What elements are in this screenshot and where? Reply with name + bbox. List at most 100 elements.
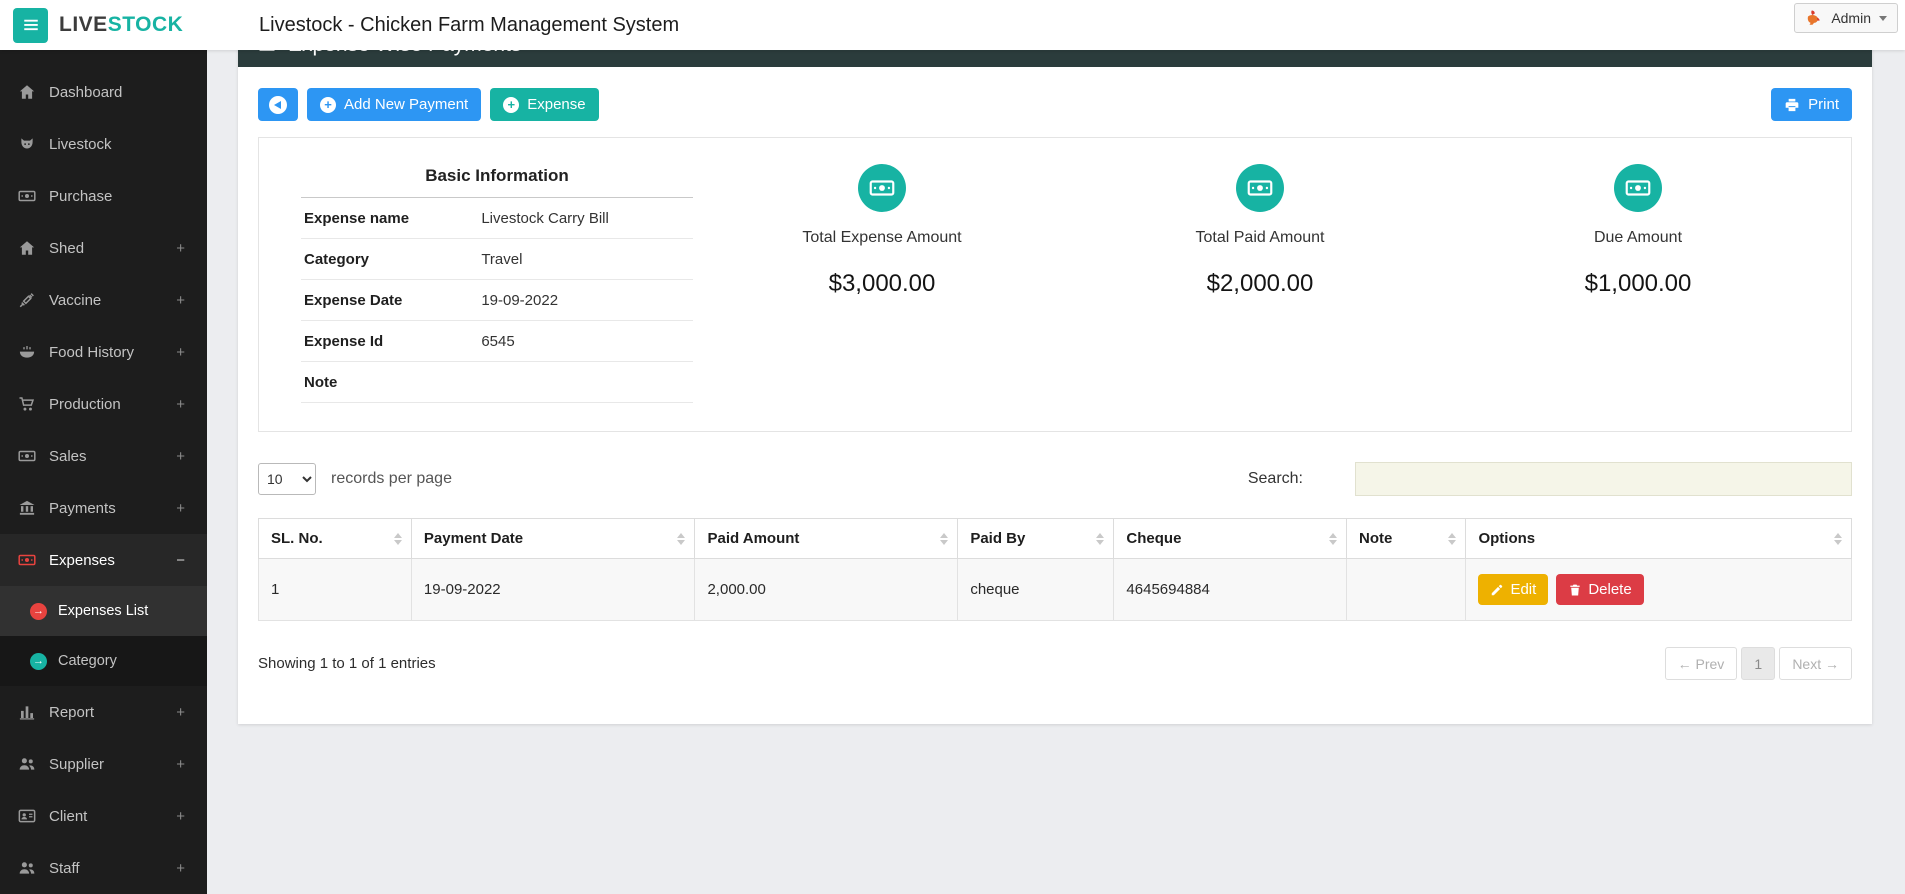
expand-plus-icon: + xyxy=(176,859,185,877)
page-number-button[interactable]: 1 xyxy=(1741,647,1776,680)
sidebar-item-expenses[interactable]: Expenses − xyxy=(0,534,207,586)
entries-info: Showing 1 to 1 of 1 entries xyxy=(258,655,436,672)
col-header-paid-amount[interactable]: Paid Amount xyxy=(694,518,959,559)
edit-label: Edit xyxy=(1510,581,1537,598)
print-button[interactable]: Print xyxy=(1771,88,1852,121)
stat-label: Total Paid Amount xyxy=(1195,229,1325,246)
sidebar-item-report[interactable]: Report + xyxy=(0,686,207,738)
col-header-label: Cheque xyxy=(1126,530,1182,547)
sidebar-item-label: Livestock xyxy=(49,135,112,153)
expense-info-card: Basic Information Expense name Livestock… xyxy=(258,137,1852,432)
delete-button[interactable]: Delete xyxy=(1556,574,1644,605)
food-bowl-icon xyxy=(18,343,36,361)
info-value: 19-09-2022 xyxy=(481,291,559,309)
sidebar-toggle-button[interactable] xyxy=(13,7,48,43)
info-label: Category xyxy=(304,250,370,268)
info-value: Livestock Carry Bill xyxy=(481,209,609,227)
search-label: Search: xyxy=(1247,470,1303,487)
sort-icon xyxy=(940,532,949,545)
basic-info-table: Basic Information Expense name Livestock… xyxy=(301,158,693,403)
sidebar-item-expenses-list[interactable]: → Expenses List xyxy=(0,586,207,636)
money-icon xyxy=(18,187,36,205)
expand-plus-icon: + xyxy=(176,395,185,413)
syringe-icon xyxy=(18,291,36,309)
money-icon xyxy=(1236,164,1284,212)
next-page-button[interactable]: Next → xyxy=(1779,647,1852,680)
info-label: Expense name xyxy=(304,209,410,227)
brand-live-text: LIVE xyxy=(59,13,108,36)
pencil-icon xyxy=(1490,583,1504,597)
sort-icon xyxy=(1834,532,1842,545)
sidebar-item-label: Dashboard xyxy=(49,83,123,101)
sidebar-item-food-history[interactable]: Food History + xyxy=(0,326,207,378)
sidebar-item-client[interactable]: Client + xyxy=(0,790,207,842)
stats-row: Total Expense Amount $3,000.00 Total Pai… xyxy=(693,158,1827,403)
sidebar-item-label: Production xyxy=(49,395,121,413)
col-header-note[interactable]: Note xyxy=(1345,518,1467,559)
bank-icon xyxy=(18,499,36,517)
users-icon xyxy=(18,859,36,877)
back-button[interactable] xyxy=(258,88,298,121)
money-icon xyxy=(858,164,906,212)
arrow-right-icon: → xyxy=(30,652,47,670)
expand-plus-icon: + xyxy=(176,703,185,721)
sidebar-item-sales[interactable]: Sales + xyxy=(0,430,207,482)
main-content: Expense Wise Payments + Add New Payment … xyxy=(207,0,1905,844)
sidebar-item-category[interactable]: → Category xyxy=(0,636,207,686)
info-value: Travel xyxy=(481,250,523,268)
sidebar-item-label: Staff xyxy=(49,859,80,877)
prev-page-button[interactable]: ← Prev xyxy=(1664,647,1738,680)
col-header-sl-no[interactable]: SL. No. xyxy=(258,518,412,559)
basic-info-title: Basic Information xyxy=(301,158,693,198)
col-header-options[interactable]: Options xyxy=(1465,518,1852,559)
expand-plus-icon: + xyxy=(176,291,185,309)
add-new-payment-button[interactable]: + Add New Payment xyxy=(307,88,482,121)
admin-menu-button[interactable]: Admin xyxy=(1794,3,1898,33)
info-label: Expense Date xyxy=(304,291,403,309)
expense-button[interactable]: + Expense xyxy=(490,88,599,121)
stat-due-amount: Due Amount $1,000.00 xyxy=(1449,164,1827,403)
sidebar-item-livestock[interactable]: Livestock xyxy=(0,118,207,170)
sidebar-item-production[interactable]: Production + xyxy=(0,378,207,430)
livestock-icon xyxy=(18,135,36,153)
col-header-payment-date[interactable]: Payment Date xyxy=(410,518,696,559)
panel-body: + Add New Payment + Expense Print Basic … xyxy=(238,67,1872,724)
brand-logo[interactable]: LIVESTOCK xyxy=(59,13,183,37)
topbar: LIVESTOCK Livestock - Chicken Farm Manag… xyxy=(0,0,1905,50)
sidebar-item-staff[interactable]: Staff + xyxy=(0,842,207,894)
sort-icon xyxy=(677,532,686,545)
sidebar-item-dashboard[interactable]: Dashboard xyxy=(0,66,207,118)
sidebar-item-supplier[interactable]: Supplier + xyxy=(0,738,207,790)
sidebar-item-purchase[interactable]: Purchase xyxy=(0,170,207,222)
sidebar-item-payments[interactable]: Payments + xyxy=(0,482,207,534)
cell-sl-no: 1 xyxy=(258,558,412,621)
sidebar-item-label: Food History xyxy=(49,343,135,361)
sidebar-item-label: Supplier xyxy=(49,755,105,773)
col-header-label: Note xyxy=(1358,530,1393,547)
sidebar-item-shed[interactable]: Shed + xyxy=(0,222,207,274)
search-input[interactable] xyxy=(1355,462,1852,496)
sidebar-item-label: Vaccine xyxy=(49,291,102,309)
app-title: Livestock - Chicken Farm Management Syst… xyxy=(259,13,680,36)
chart-icon xyxy=(18,703,36,721)
plus-circle-icon: + xyxy=(503,96,520,113)
brand-stock-text: STOCK xyxy=(107,13,184,36)
home-icon xyxy=(18,83,36,101)
stat-total-paid-amount: Total Paid Amount $2,000.00 xyxy=(1071,164,1449,403)
sub-item-label: Category xyxy=(58,653,117,669)
sidebar-item-label: Sales xyxy=(49,447,87,465)
table-footer: Showing 1 to 1 of 1 entries ← Prev 1 Nex… xyxy=(258,647,1852,680)
info-row-category: Category Travel xyxy=(301,239,693,280)
col-header-cheque[interactable]: Cheque xyxy=(1113,518,1347,559)
col-header-paid-by[interactable]: Paid By xyxy=(957,518,1115,559)
records-per-page-select[interactable]: 10 xyxy=(258,463,316,495)
col-header-label: SL. No. xyxy=(271,530,323,547)
admin-avatar-icon xyxy=(1805,9,1823,27)
sidebar-item-label: Expenses xyxy=(49,551,115,569)
admin-label: Admin xyxy=(1831,10,1871,26)
expand-plus-icon: + xyxy=(176,807,185,825)
table-header-row: SL. No. Payment Date Paid Amount Paid By… xyxy=(258,518,1852,559)
edit-button[interactable]: Edit xyxy=(1478,574,1549,605)
sidebar-item-vaccine[interactable]: Vaccine + xyxy=(0,274,207,326)
expense-payments-panel: Expense Wise Payments + Add New Payment … xyxy=(238,23,1872,724)
